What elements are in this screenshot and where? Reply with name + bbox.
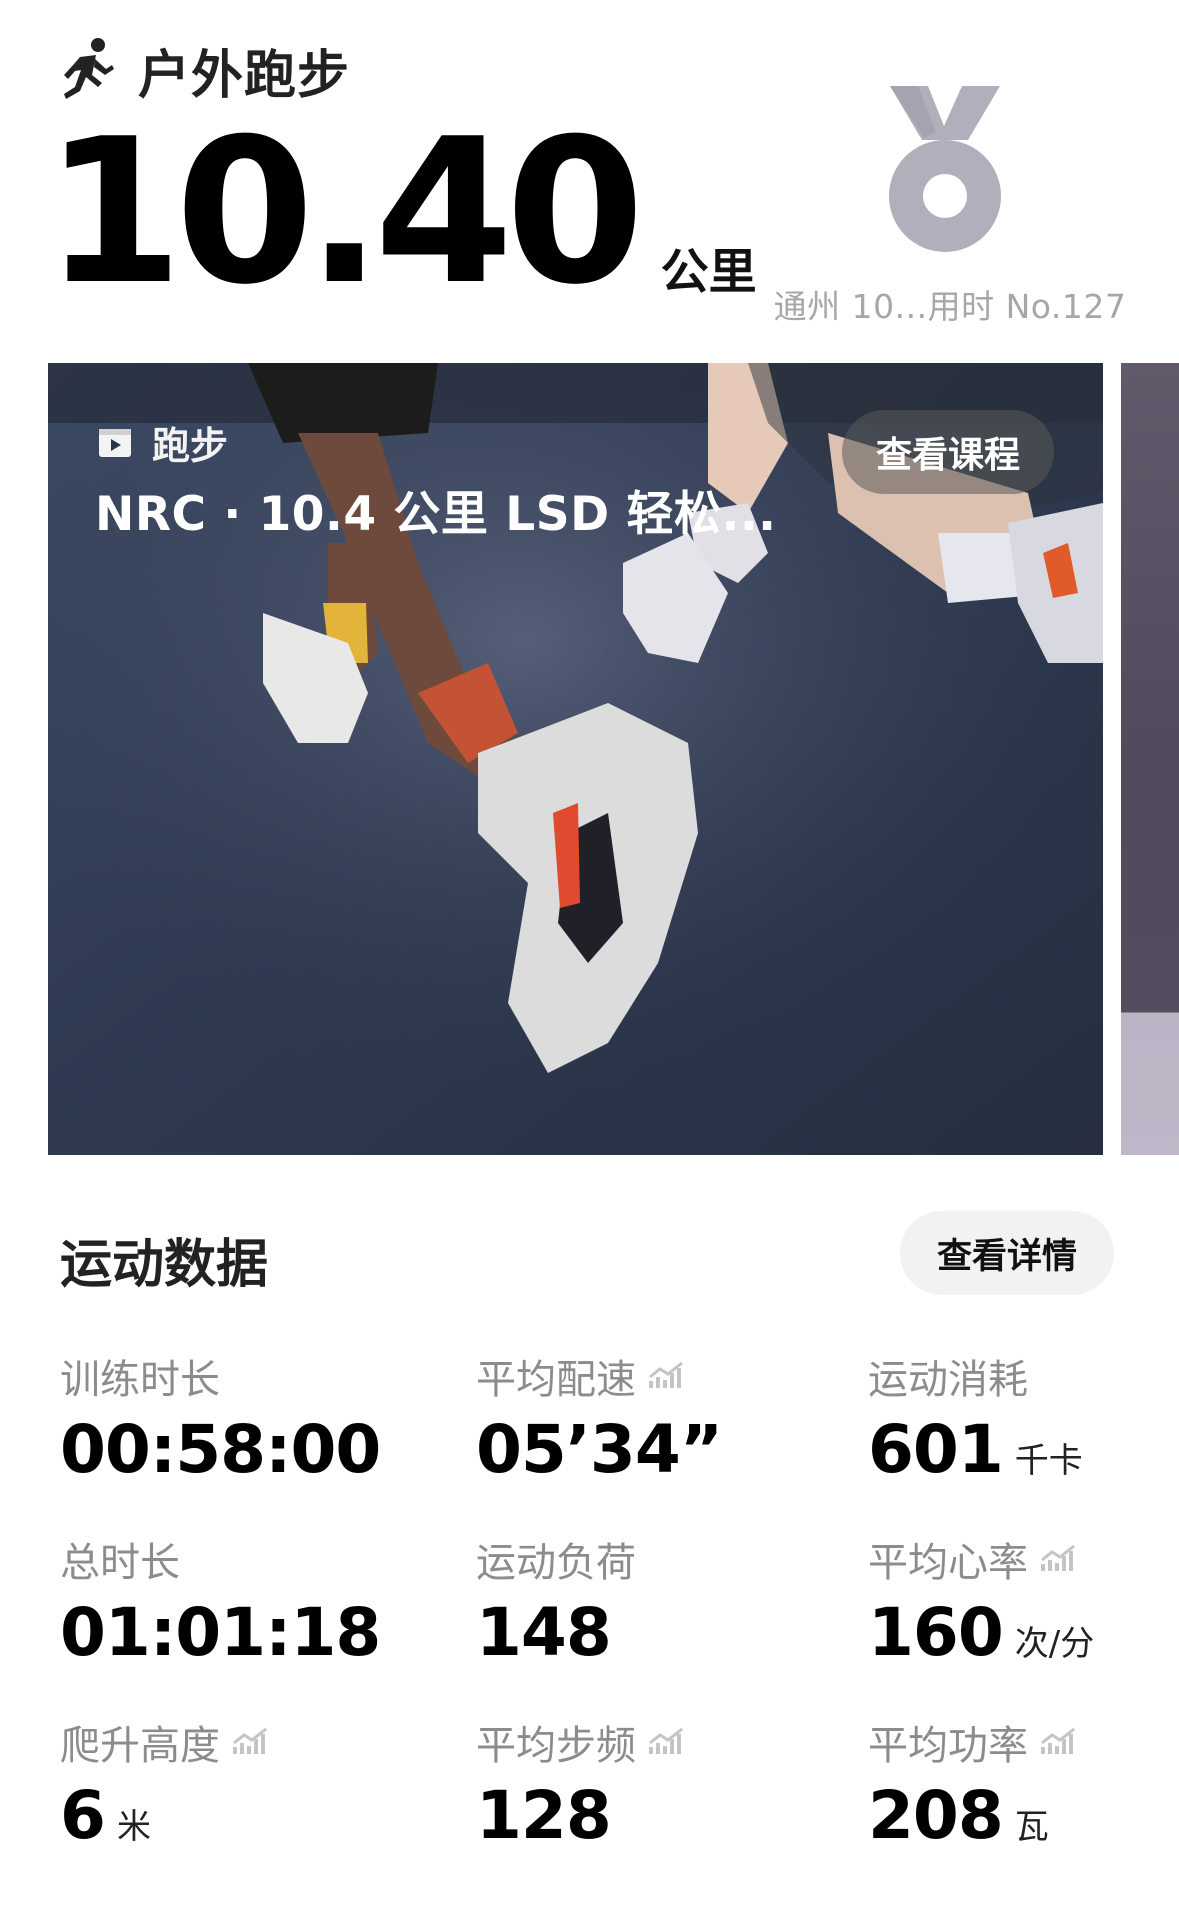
stat-label-text: 训练时长 — [60, 1357, 220, 1403]
stat-value: 00:58:00 — [60, 1411, 381, 1488]
chart-trend-icon[interactable] — [636, 1727, 686, 1757]
stat-label: 平均功率 — [868, 1713, 1078, 1771]
course-type-text: 跑步 — [152, 424, 229, 468]
stat-label-text: 运动消耗 — [868, 1357, 1028, 1403]
stat-value-row: 128 — [476, 1777, 686, 1854]
stat-item[interactable]: 平均步频 128 — [476, 1713, 686, 1854]
stat-label-text: 平均配速 — [476, 1357, 636, 1403]
video-play-icon — [99, 428, 131, 457]
distance-display: 10.40 公里 — [44, 96, 757, 329]
stat-value-row: 601 千卡 — [868, 1411, 1083, 1488]
course-card[interactable]: 跑步 NRC · 10.4 公里 LSD 轻松... 查看课程 — [48, 363, 1103, 1155]
stat-value: 148 — [476, 1594, 612, 1671]
stat-label: 训练时长 — [60, 1347, 380, 1405]
stat-item: 运动负荷 148 — [476, 1530, 636, 1671]
course-title: NRC · 10.4 公里 LSD 轻松... — [95, 487, 777, 542]
medal-caption[interactable]: 通州 10...用时 No.127 — [760, 280, 1140, 328]
next-card-peek[interactable] — [1121, 363, 1179, 1155]
stat-unit: 瓦 — [1014, 1807, 1049, 1847]
stat-value-row: 160 次/分 — [868, 1594, 1094, 1671]
stat-label-text: 平均功率 — [868, 1723, 1028, 1769]
chart-trend-icon[interactable] — [1028, 1544, 1078, 1574]
stat-value: 05’34” — [476, 1411, 723, 1488]
stat-label-text: 平均步频 — [476, 1723, 636, 1769]
stat-value: 128 — [476, 1777, 612, 1854]
stat-label: 总时长 — [60, 1530, 380, 1588]
stat-label: 爬升高度 — [60, 1713, 270, 1771]
stat-value: 160 — [868, 1594, 1004, 1671]
stat-label: 运动负荷 — [476, 1530, 636, 1588]
stat-item[interactable]: 平均心率 160 次/分 — [868, 1530, 1094, 1671]
stat-item[interactable]: 平均功率 208 瓦 — [868, 1713, 1078, 1854]
chart-trend-icon[interactable] — [220, 1727, 270, 1757]
stat-value: 601 — [868, 1411, 1004, 1488]
distance-unit: 公里 — [660, 244, 757, 300]
stat-value: 6 — [60, 1777, 106, 1854]
stat-value-row: 05’34” — [476, 1411, 723, 1488]
stat-label-text: 总时长 — [60, 1540, 180, 1586]
chart-trend-icon[interactable] — [1028, 1727, 1078, 1757]
medal-icon[interactable] — [880, 86, 1010, 252]
stat-value: 01:01:18 — [60, 1594, 381, 1671]
stat-value-row: 01:01:18 — [60, 1594, 381, 1671]
stat-unit: 米 — [116, 1807, 151, 1847]
distance-value: 10.40 — [44, 96, 645, 329]
course-type-label: 跑步 — [98, 415, 228, 470]
chart-trend-icon[interactable] — [636, 1361, 686, 1391]
stat-value-row: 00:58:00 — [60, 1411, 381, 1488]
stat-item[interactable]: 平均配速 05’34” — [476, 1347, 723, 1488]
stat-label: 平均步频 — [476, 1713, 686, 1771]
stat-value: 208 — [868, 1777, 1004, 1854]
stat-item: 总时长 01:01:18 — [60, 1530, 381, 1671]
stat-value-row: 6米 — [60, 1777, 270, 1854]
stat-value-row: 208 瓦 — [868, 1777, 1078, 1854]
workout-detail-page: 户外跑步 10.40 公里 通州 10...用时 No.127 跑步 NRC ·… — [0, 0, 1179, 1932]
stat-label-text: 爬升高度 — [60, 1723, 220, 1769]
stat-unit: 千卡 — [1014, 1441, 1083, 1481]
stat-label: 平均配速 — [476, 1347, 722, 1405]
stat-label: 平均心率 — [868, 1530, 1094, 1588]
running-person-icon — [64, 38, 114, 99]
stat-label-text: 运动负荷 — [476, 1540, 636, 1586]
stat-value-row: 148 — [476, 1594, 636, 1671]
stat-unit: 次/分 — [1014, 1624, 1095, 1664]
view-course-button[interactable]: 查看课程 — [842, 410, 1054, 494]
stat-item[interactable]: 爬升高度 6 米 — [60, 1713, 270, 1854]
sport-data-title: 运动数据 — [60, 1235, 269, 1295]
view-details-button[interactable]: 查看详情 — [900, 1211, 1114, 1295]
stat-item: 运动消耗 601 千卡 — [868, 1347, 1083, 1488]
stat-item: 训练时长 00:58:00 — [60, 1347, 381, 1488]
stat-label-text: 平均心率 — [868, 1540, 1028, 1586]
stat-label: 运动消耗 — [868, 1347, 1083, 1405]
